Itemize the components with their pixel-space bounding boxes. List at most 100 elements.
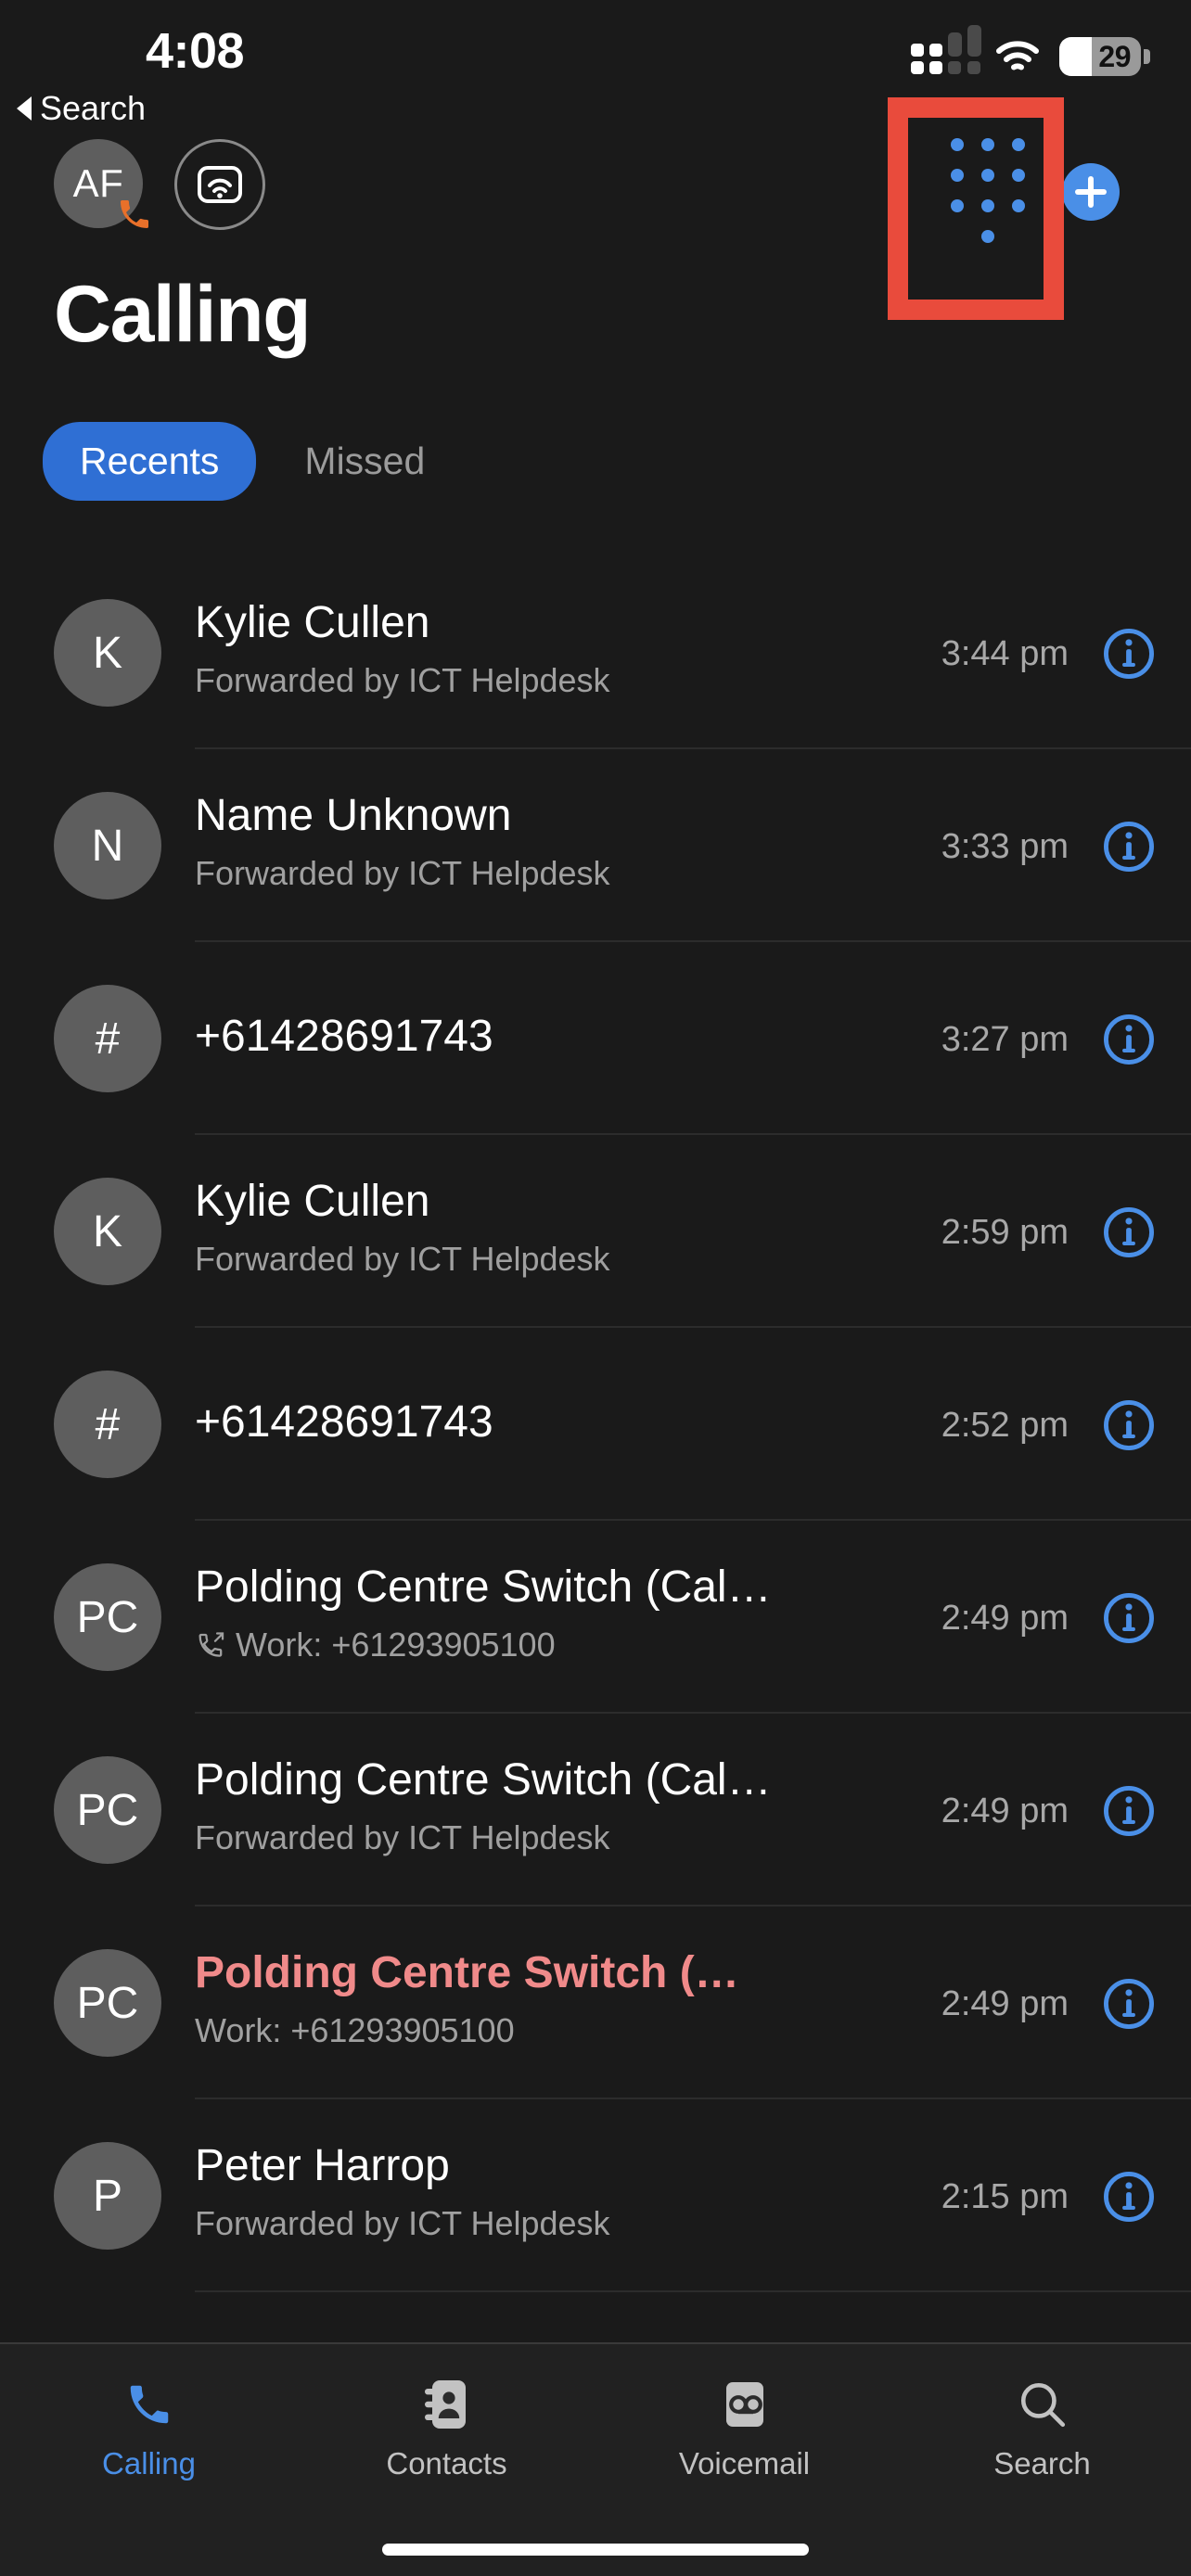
back-link-label: Search	[40, 89, 146, 128]
dialpad-button[interactable]	[937, 139, 1039, 241]
call-list-row[interactable]: K Kylie Cullen Forwarded by ICT Helpdesk 3:…	[0, 556, 1191, 749]
my-avatar[interactable]: AF	[54, 139, 147, 232]
call-contact-name: Polding Centre Switch (…	[195, 1947, 844, 2000]
contacts-icon	[423, 2376, 471, 2433]
call-contact-name: +61428691743	[195, 1396, 844, 1449]
tab-missed[interactable]: Missed	[267, 422, 462, 501]
page-title: Calling	[54, 269, 310, 361]
call-time: 2:49 pm	[941, 1599, 1069, 1639]
wifi-icon	[996, 41, 1039, 72]
back-to-search-link[interactable]: Search	[17, 89, 146, 128]
call-row-text: Polding Centre Switch (Cal… Work: +612939…	[195, 1562, 844, 1664]
call-time: 2:59 pm	[941, 1213, 1069, 1253]
call-list-row[interactable]: PC Polding Centre Switch (Cal… Forwarded b…	[0, 1714, 1191, 1906]
call-row-subtitle: Forwarded by ICT Helpdesk	[195, 1240, 844, 1279]
segmented-tabs: Recents Missed	[43, 422, 462, 501]
contact-avatar: #	[54, 985, 161, 1092]
call-row-subtitle: Forwarded by ICT Helpdesk	[195, 2204, 844, 2243]
call-list-row[interactable]: # +61428691743 2:52 pm	[0, 1328, 1191, 1521]
info-circle-icon[interactable]	[1102, 820, 1156, 874]
call-row-text: Kylie Cullen Forwarded by ICT Helpdesk	[195, 597, 844, 700]
info-circle-icon[interactable]	[1102, 1977, 1156, 2031]
tab-calling[interactable]: Calling	[0, 2376, 298, 2481]
contact-avatar: K	[54, 599, 161, 707]
status-bar-indicators: 29	[911, 37, 1150, 76]
call-time: 2:15 pm	[941, 2177, 1069, 2217]
call-row-subtitle-text: Forwarded by ICT Helpdesk	[195, 661, 610, 700]
tab-contacts-label: Contacts	[386, 2446, 506, 2481]
info-circle-icon[interactable]	[1102, 1013, 1156, 1066]
contact-avatar: P	[54, 2142, 161, 2250]
call-row-subtitle-text: Forwarded by ICT Helpdesk	[195, 854, 610, 893]
call-time: 2:49 pm	[941, 1792, 1069, 1831]
call-row-subtitle-text: Work: +61293905100	[195, 2011, 515, 2050]
info-circle-icon[interactable]	[1102, 1784, 1156, 1838]
call-contact-name: Peter Harrop	[195, 2140, 844, 2193]
tab-recents[interactable]: Recents	[43, 422, 256, 501]
cellular-signal-icon	[911, 39, 976, 74]
call-row-subtitle-text: Forwarded by ICT Helpdesk	[195, 1240, 610, 1279]
call-list-row[interactable]: PC Polding Centre Switch (Cal… Work: +6129…	[0, 1521, 1191, 1714]
search-icon	[1018, 2376, 1068, 2433]
tab-voicemail-label: Voicemail	[679, 2446, 810, 2481]
call-time: 2:49 pm	[941, 1984, 1069, 2024]
call-contact-name: Polding Centre Switch (Cal…	[195, 1754, 844, 1807]
call-contact-name: Polding Centre Switch (Cal…	[195, 1562, 844, 1614]
call-row-subtitle-text: Forwarded by ICT Helpdesk	[195, 1818, 610, 1857]
call-time: 3:27 pm	[941, 1020, 1069, 1060]
home-indicator	[382, 2544, 809, 2556]
screen-cast-button[interactable]	[174, 139, 265, 230]
call-contact-name: Kylie Cullen	[195, 1176, 844, 1229]
info-circle-icon[interactable]	[1102, 2170, 1156, 2224]
call-time: 2:52 pm	[941, 1406, 1069, 1446]
call-row-text: Peter Harrop Forwarded by ICT Helpdesk	[195, 2140, 844, 2243]
phone-handset-badge-icon	[113, 193, 156, 236]
contact-avatar: #	[54, 1371, 161, 1478]
phone-screen: 4:08 29	[0, 0, 1191, 2576]
battery-percent-label: 29	[1098, 40, 1131, 74]
call-row-text: Kylie Cullen Forwarded by ICT Helpdesk	[195, 1176, 844, 1279]
call-list-row[interactable]: NName UnknownForwarded by ICT Helpdesk3:…	[0, 749, 1191, 942]
call-list-row[interactable]: PC Polding Centre Switch (… Work: +6129390…	[0, 1906, 1191, 2099]
status-bar-clock: 4:08	[0, 22, 390, 80]
tab-calling-label: Calling	[102, 2446, 196, 2481]
call-row-text: +61428691743	[195, 1396, 844, 1449]
contact-avatar: K	[54, 1178, 161, 1285]
call-row-text: Polding Centre Switch (… Work: +612939051…	[195, 1947, 844, 2050]
call-list-row[interactable]: K Kylie Cullen Forwarded by ICT Helpdesk 2:…	[0, 1135, 1191, 1328]
contact-avatar: PC	[54, 1563, 161, 1671]
call-row-subtitle: Forwarded by ICT Helpdesk	[195, 1818, 844, 1857]
phone-icon	[124, 2376, 174, 2433]
row-separator	[195, 2290, 1191, 2292]
tab-contacts[interactable]: Contacts	[298, 2376, 596, 2481]
status-bar: 4:08 29	[0, 0, 1191, 102]
call-contact-name: +61428691743	[195, 1011, 844, 1064]
call-list-row[interactable]: # +61428691743 3:27 pm	[0, 942, 1191, 1135]
dialpad-icon	[951, 138, 1025, 243]
tab-search[interactable]: Search	[893, 2376, 1191, 2481]
info-circle-icon[interactable]	[1102, 1205, 1156, 1259]
call-row-subtitle: Forwarded by ICT Helpdesk	[195, 661, 844, 700]
call-history-list: K Kylie Cullen Forwarded by ICT Helpdesk 3:…	[0, 556, 1191, 2292]
call-list-row[interactable]: P Peter Harrop Forwarded by ICT Helpdesk 2:…	[0, 2099, 1191, 2292]
call-contact-name: Name Unknown	[195, 790, 844, 843]
battery-icon: 29	[1059, 37, 1150, 76]
contact-avatar: PC	[54, 1756, 161, 1864]
call-row-text: Polding Centre Switch (Cal… Forwarded by …	[195, 1754, 844, 1857]
contact-avatar: PC	[54, 1949, 161, 2057]
call-row-subtitle: Forwarded by ICT Helpdesk	[195, 854, 844, 893]
tab-voicemail[interactable]: Voicemail	[596, 2376, 893, 2481]
info-circle-icon[interactable]	[1102, 1398, 1156, 1452]
info-circle-icon[interactable]	[1102, 627, 1156, 681]
voicemail-icon	[721, 2376, 769, 2433]
add-call-button[interactable]	[1062, 163, 1120, 221]
call-row-text: +61428691743	[195, 1011, 844, 1064]
call-row-text: Name Unknown Forwarded by ICT Helpdesk	[195, 790, 844, 893]
tab-search-label: Search	[993, 2446, 1091, 2481]
screen-cast-icon	[196, 162, 244, 207]
call-time: 3:44 pm	[941, 634, 1069, 674]
info-circle-icon[interactable]	[1102, 1591, 1156, 1645]
call-row-subtitle-text: Work: +61293905100	[236, 1626, 556, 1664]
call-row-subtitle: Work: +61293905100	[195, 1626, 844, 1664]
call-contact-name: Kylie Cullen	[195, 597, 844, 650]
